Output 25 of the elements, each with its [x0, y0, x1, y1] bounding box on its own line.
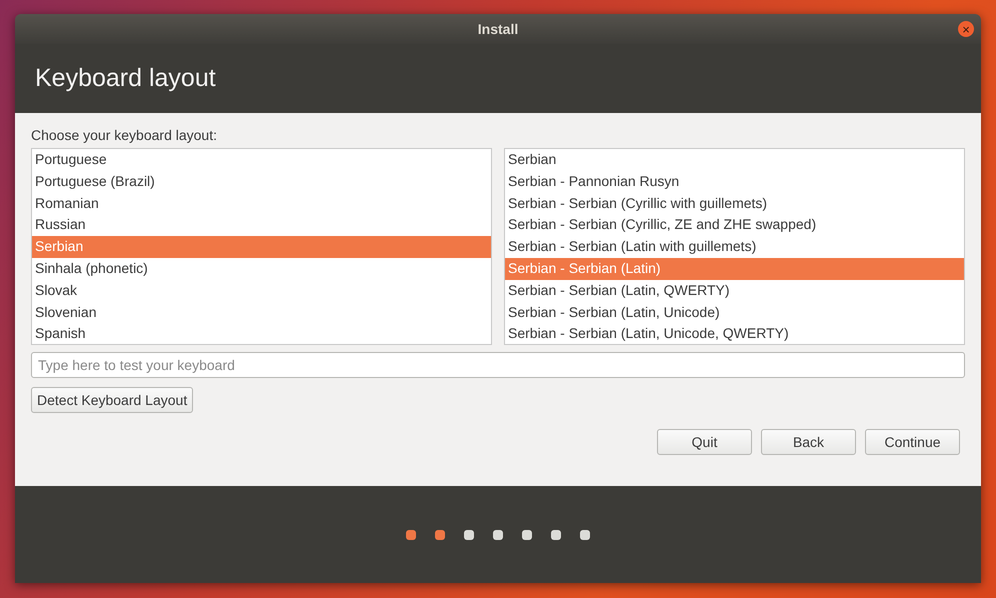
list-item[interactable]: Serbian - Serbian (Cyrillic, ZE and ZHE swapped)	[505, 214, 964, 236]
list-item[interactable]: Portuguese (Brazil)	[32, 170, 491, 193]
list-item[interactable]: Spanish	[32, 323, 491, 344]
quit-button[interactable]: Quit	[657, 429, 752, 455]
list-item[interactable]: Serbian - Serbian (Latin with guillemets)	[505, 236, 964, 258]
list-item[interactable]: Serbian - Pannonian Rusyn	[505, 170, 964, 193]
list-item[interactable]: Portuguese	[32, 149, 491, 171]
list-item[interactable]: Slovak	[32, 280, 491, 302]
prompt-label: Choose your keyboard layout:	[31, 127, 218, 143]
list-item[interactable]: Serbian - Serbian (Latin, Unicode)	[505, 302, 964, 324]
list-item[interactable]: Romanian	[32, 192, 491, 214]
window-title: Install	[478, 21, 518, 37]
list-item[interactable]: Serbian - Serbian (Cyrillic with guillemets)	[505, 192, 964, 214]
list-item[interactable]: Sinhala (phonetic)	[32, 258, 491, 280]
detect-layout-button[interactable]: Detect Keyboard Layout	[31, 387, 194, 413]
list-item[interactable]: Slovenian	[32, 302, 491, 324]
page-heading: Keyboard layout	[35, 64, 216, 93]
list-item[interactable]: Serbian - Serbian (Latin, Unicode, QWERTY)	[505, 323, 964, 344]
list-item[interactable]: Russian	[32, 214, 491, 236]
list-item[interactable]: Serbian	[505, 149, 964, 171]
list-item[interactable]: Serbian - Serbian (Latin, QWERTY)	[505, 280, 964, 302]
test-input-field[interactable]: Type here to test your keyboard	[31, 352, 965, 378]
close-button[interactable]: ×	[958, 21, 974, 37]
continue-button[interactable]: Continue	[865, 429, 960, 455]
back-button[interactable]: Back	[761, 429, 856, 455]
